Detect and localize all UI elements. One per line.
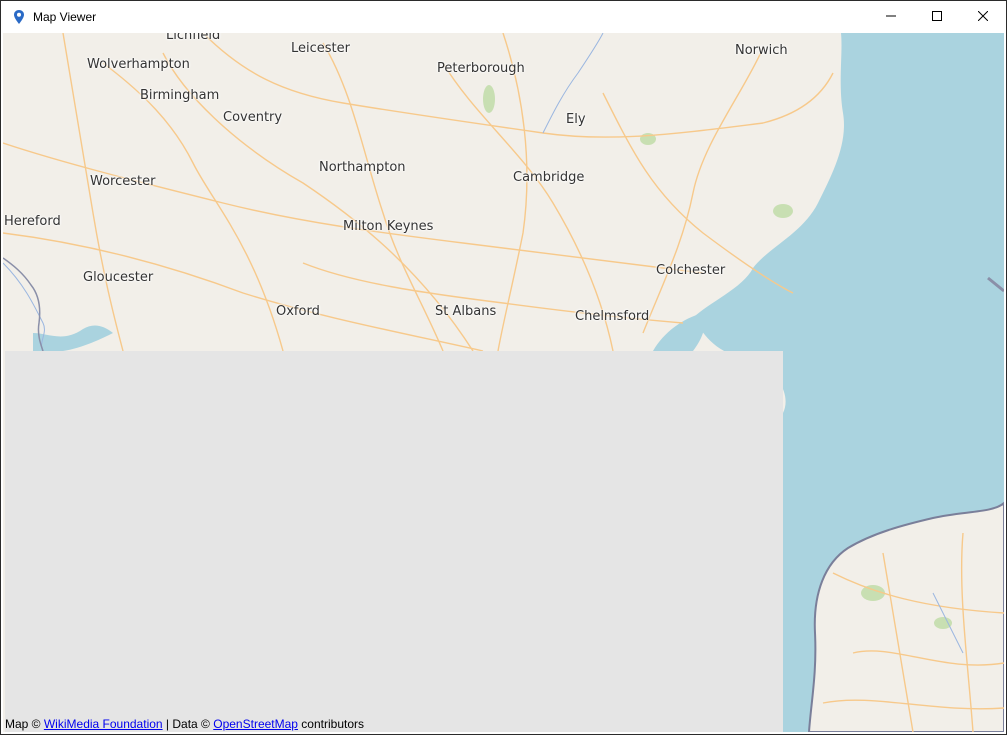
- city-label-milton-keynes: Milton Keynes: [343, 219, 434, 234]
- attribution-suffix: contributors: [297, 717, 364, 731]
- minimize-button[interactable]: [868, 1, 914, 33]
- title-bar[interactable]: Map Viewer: [1, 1, 1006, 33]
- city-label-oxford: Oxford: [276, 304, 320, 319]
- close-icon: [977, 8, 989, 26]
- city-label-birmingham: Birmingham: [140, 88, 220, 103]
- thames-estuary: [653, 313, 705, 351]
- city-label-northampton: Northampton: [319, 160, 406, 175]
- map-view[interactable]: Lichfield Leicester Norwich Wolverhampto…: [3, 33, 1004, 732]
- city-label-chelmsford: Chelmsford: [575, 309, 650, 324]
- city-label-peterborough: Peterborough: [437, 61, 525, 76]
- city-label-coventry: Coventry: [223, 110, 283, 125]
- city-label-wolverhampton: Wolverhampton: [87, 57, 190, 72]
- attribution-prefix: Map ©: [5, 717, 44, 731]
- city-label-leicester: Leicester: [291, 41, 350, 56]
- city-label-cambridge: Cambridge: [513, 170, 585, 185]
- minimize-icon: [886, 8, 896, 26]
- openstreetmap-link[interactable]: OpenStreetMap: [213, 717, 298, 731]
- close-button[interactable]: [960, 1, 1006, 33]
- window-controls: [868, 1, 1006, 33]
- city-label-colchester: Colchester: [656, 263, 726, 278]
- city-label-norwich: Norwich: [735, 43, 788, 58]
- attribution-middle: | Data ©: [162, 717, 214, 731]
- map-attribution: Map © WikiMedia Foundation | Data © Open…: [5, 717, 364, 732]
- missing-tile-area: [5, 351, 783, 732]
- window-title: Map Viewer: [33, 10, 97, 24]
- city-label-st-albans: St Albans: [435, 304, 497, 319]
- maximize-button[interactable]: [914, 1, 960, 33]
- maximize-icon: [932, 8, 942, 26]
- city-label-worcester: Worcester: [90, 174, 156, 189]
- city-label-gloucester: Gloucester: [83, 270, 154, 285]
- map-viewer-window: Map Viewer Lichfield Leicester Norwich W…: [0, 0, 1007, 735]
- city-label-ely: Ely: [566, 112, 586, 127]
- wikimedia-link[interactable]: WikiMedia Foundation: [44, 717, 163, 731]
- severn-estuary: [33, 325, 113, 351]
- city-label-lichfield: Lichfield: [166, 33, 221, 43]
- map-pin-icon: [11, 9, 27, 25]
- city-label-hereford: Hereford: [4, 214, 61, 229]
